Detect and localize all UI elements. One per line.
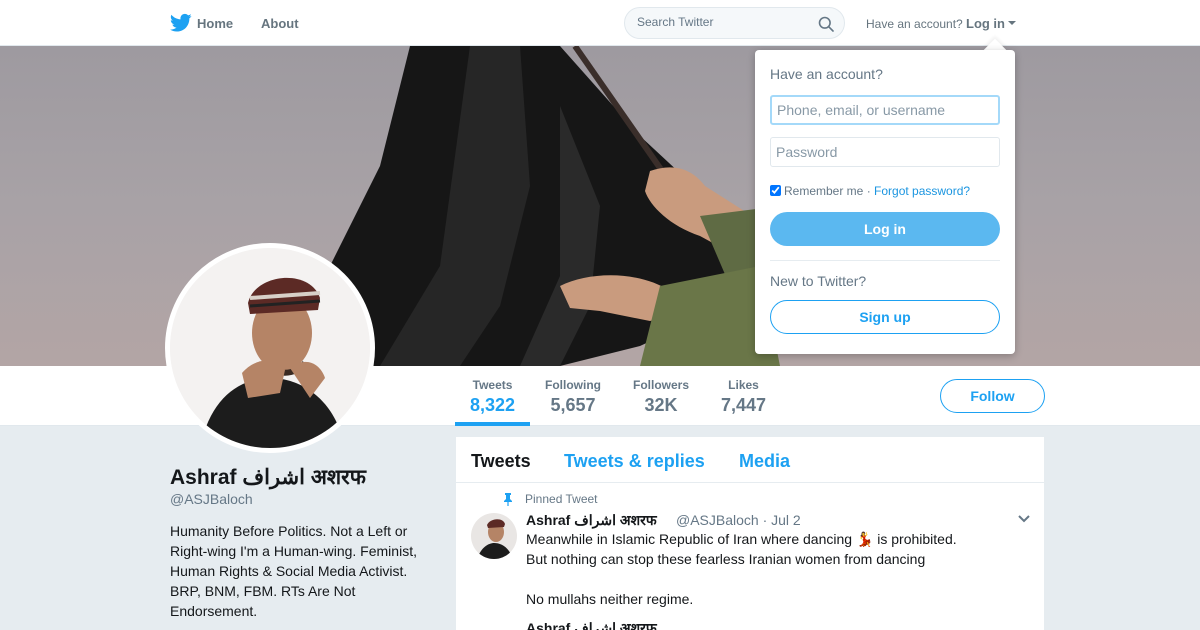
top-nav: Home About Have an account? Log in <box>0 0 1200 46</box>
tab-tweets-replies[interactable]: Tweets & replies <box>564 451 705 472</box>
active-stat-indicator <box>455 422 530 426</box>
tweet-line: But nothing can stop these fearless Iran… <box>526 551 926 567</box>
timeline: Tweets Tweets & replies Media Pinned Twe… <box>456 437 1044 630</box>
login-link[interactable]: Log in <box>966 16 1005 31</box>
twitter-bird-icon[interactable] <box>170 13 192 33</box>
avatar-photo <box>170 248 370 448</box>
avatar[interactable] <box>165 243 375 453</box>
have-account-label: Have an account? <box>866 17 963 31</box>
caret-down-icon[interactable] <box>1008 21 1016 25</box>
profile-bio: Humanity Before Politics. Not a Left or … <box>170 523 417 619</box>
follow-button[interactable]: Follow <box>940 379 1045 413</box>
stat-label: Followers <box>633 378 690 392</box>
login-dropdown: Have an account? Remember me · Forgot pa… <box>755 50 1015 354</box>
separator: · <box>863 184 875 198</box>
nav-about-link[interactable]: About <box>261 16 299 31</box>
tweet-author-name[interactable]: Ashraf اشراف अशरफ <box>526 511 657 530</box>
profile-name: Ashraf اشراف अशरफ <box>170 466 366 489</box>
tweet-avatar-photo <box>477 519 513 559</box>
tweet-line: No mullahs neither regime. <box>526 591 694 607</box>
remember-me-label[interactable]: Remember me <box>784 184 863 198</box>
stat-value: 32K <box>644 395 678 415</box>
pinned-tweet-label: Pinned Tweet <box>525 492 598 506</box>
divider <box>770 260 1000 261</box>
search-icon[interactable] <box>818 16 834 32</box>
tab-media[interactable]: Media <box>739 451 790 472</box>
quoted-tweet-author[interactable]: Ashraf اشراف अशरफ <box>526 619 657 630</box>
password-field[interactable] <box>770 137 1000 167</box>
stat-likes[interactable]: Likes 7,447 <box>721 378 766 416</box>
stat-following[interactable]: Following 5,657 <box>545 378 601 416</box>
search-input[interactable] <box>637 15 807 29</box>
tweet-avatar[interactable] <box>471 513 517 559</box>
timeline-tabs: Tweets Tweets & replies Media <box>456 437 1044 483</box>
remember-row: Remember me · Forgot password? <box>770 184 970 198</box>
login-button[interactable]: Log in <box>770 212 1000 246</box>
stat-value: 8,322 <box>470 395 516 415</box>
forgot-password-link[interactable]: Forgot password? <box>874 184 970 198</box>
stat-tweets[interactable]: Tweets 8,322 <box>470 378 515 416</box>
chevron-down-icon[interactable] <box>1017 514 1031 524</box>
pin-icon <box>504 493 512 506</box>
tweet-line <box>526 569 996 589</box>
new-to-twitter-label: New to Twitter? <box>770 273 867 289</box>
stat-value: 5,657 <box>550 395 596 415</box>
stat-label: Likes <box>728 378 759 392</box>
stat-label: Following <box>545 378 601 392</box>
tweet-handle-date[interactable]: @ASJBaloch · Jul 2 <box>676 512 801 528</box>
search-box[interactable] <box>624 7 845 39</box>
remember-me-checkbox[interactable] <box>770 185 781 196</box>
profile-handle[interactable]: @ASJBaloch <box>170 491 253 507</box>
tweet-text: Meanwhile in Islamic Republic of Iran wh… <box>526 529 996 609</box>
tab-tweets[interactable]: Tweets <box>471 451 531 472</box>
signup-button[interactable]: Sign up <box>770 300 1000 334</box>
username-field[interactable] <box>770 95 1000 125</box>
tweet-line: Meanwhile in Islamic Republic of Iran wh… <box>526 531 957 547</box>
nav-home-link[interactable]: Home <box>197 16 233 31</box>
stat-value: 7,447 <box>721 395 767 415</box>
dropdown-title: Have an account? <box>770 66 883 82</box>
stat-label: Tweets <box>472 378 513 392</box>
stat-followers[interactable]: Followers 32K <box>633 378 689 416</box>
